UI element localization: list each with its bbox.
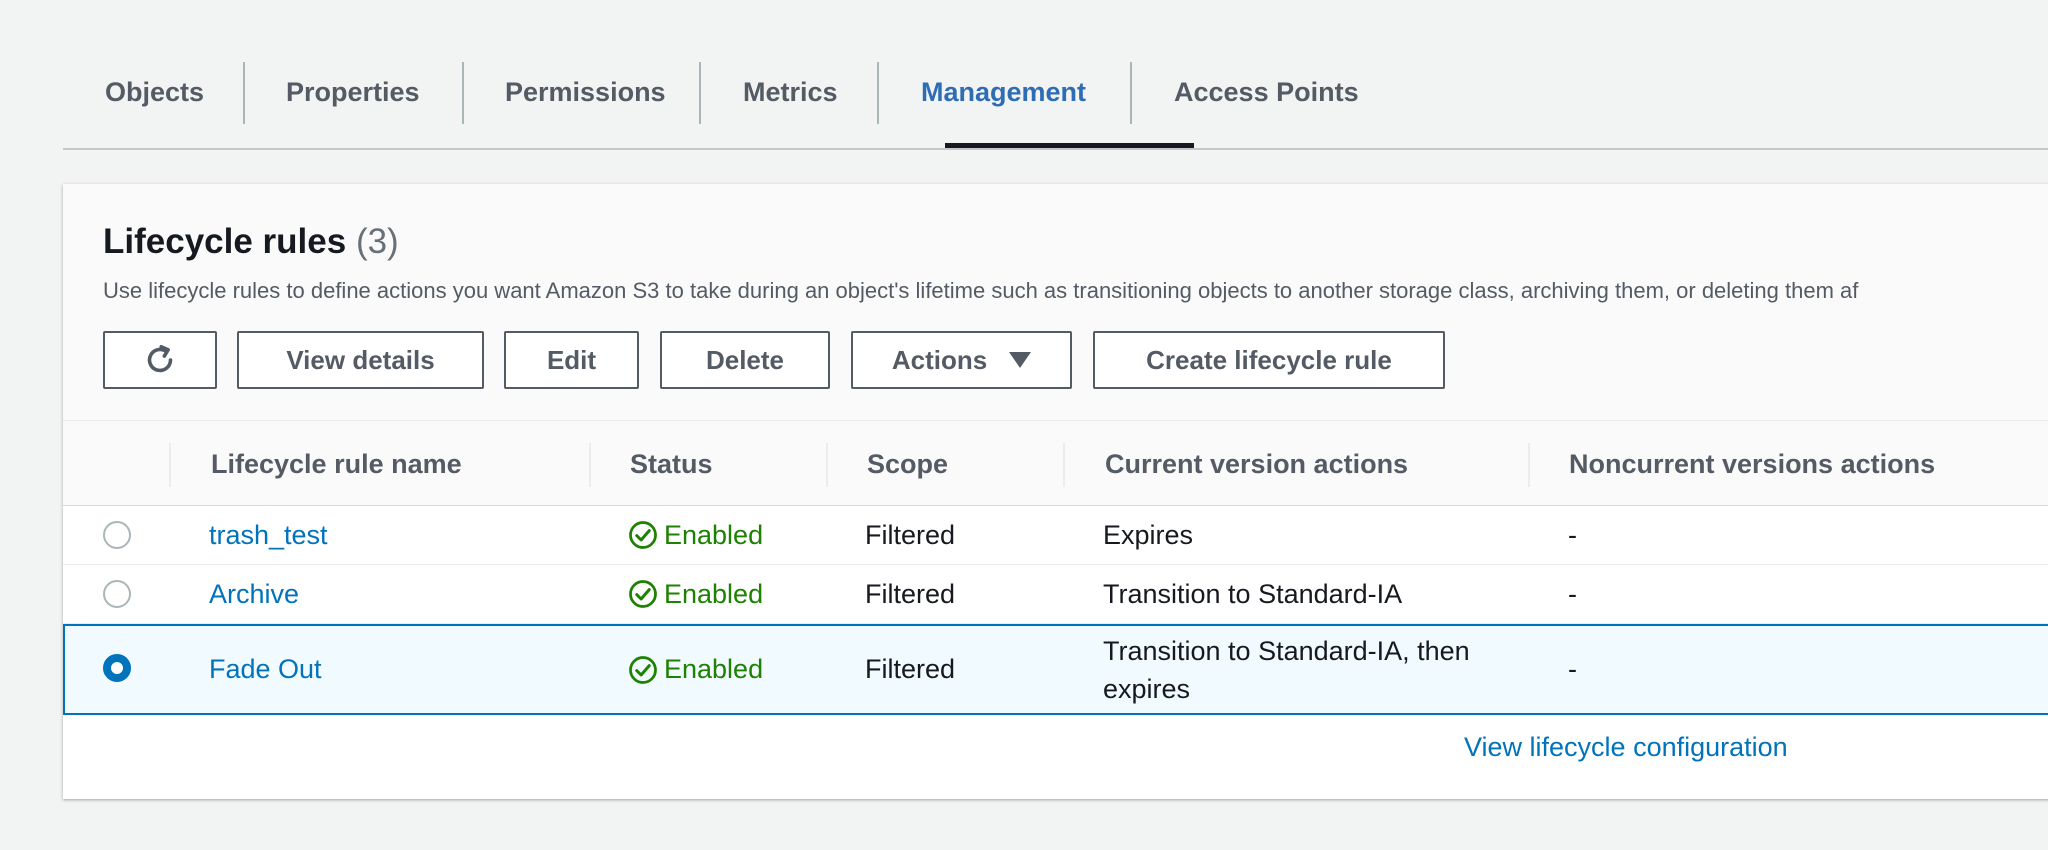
noncurrent-actions-cell: - bbox=[1568, 519, 1577, 550]
tab-divider bbox=[1130, 62, 1132, 124]
active-tab-indicator bbox=[945, 143, 1194, 148]
tab-access-points[interactable]: Access Points bbox=[1174, 62, 1359, 122]
check-circle-icon bbox=[629, 580, 657, 608]
actions-dropdown[interactable]: Actions bbox=[851, 331, 1072, 389]
delete-button[interactable]: Delete bbox=[660, 331, 830, 389]
refresh-icon bbox=[147, 345, 173, 373]
rule-name-link[interactable]: Fade Out bbox=[209, 626, 322, 713]
table-row[interactable]: Archive Enabled Filtered Transition to S… bbox=[63, 565, 2048, 624]
tab-divider bbox=[462, 62, 464, 124]
tab-bar: Objects Properties Permissions Metrics M… bbox=[63, 0, 2048, 150]
rule-name-link[interactable]: trash_test bbox=[209, 506, 328, 564]
tab-objects[interactable]: Objects bbox=[105, 62, 204, 122]
refresh-button[interactable] bbox=[103, 331, 217, 389]
row-radio[interactable] bbox=[103, 521, 131, 549]
row-radio[interactable] bbox=[103, 580, 131, 608]
column-header-current-actions[interactable]: Current version actions bbox=[1105, 421, 1408, 507]
caret-down-icon bbox=[1009, 352, 1032, 368]
column-header-scope[interactable]: Scope bbox=[867, 421, 948, 507]
actions-label: Actions bbox=[891, 344, 988, 375]
create-lifecycle-rule-button[interactable]: Create lifecycle rule bbox=[1093, 331, 1445, 389]
column-header-name[interactable]: Lifecycle rule name bbox=[211, 421, 462, 507]
status-badge: Enabled bbox=[628, 506, 763, 564]
column-divider bbox=[826, 443, 828, 487]
noncurrent-actions-cell: - bbox=[1568, 578, 1577, 609]
column-divider bbox=[169, 443, 171, 487]
view-details-button[interactable]: View details bbox=[237, 331, 484, 389]
status-text: Enabled bbox=[664, 654, 764, 684]
current-actions-cell: Transition to Standard-IA, then expires bbox=[1103, 635, 1470, 704]
table-row-selected[interactable]: Fade Out Enabled Filtered Transition to … bbox=[63, 624, 2048, 715]
check-circle-icon bbox=[629, 521, 657, 549]
panel-title-text: Lifecycle rules bbox=[103, 222, 347, 261]
tab-properties[interactable]: Properties bbox=[286, 62, 420, 122]
panel-title: Lifecycle rules (3) bbox=[103, 222, 399, 262]
noncurrent-actions-cell: - bbox=[1568, 654, 1577, 684]
scope-cell: Filtered bbox=[865, 578, 956, 609]
current-actions-cell: Transition to Standard-IA bbox=[1103, 578, 1403, 609]
status-text: Enabled bbox=[664, 519, 764, 550]
status-badge: Enabled bbox=[628, 626, 763, 713]
row-radio-checked[interactable] bbox=[103, 654, 131, 682]
table-row[interactable]: trash_test Enabled Filtered Expires - bbox=[63, 506, 2048, 565]
lifecycle-rules-panel: Lifecycle rules (3) Use lifecycle rules … bbox=[63, 184, 2048, 799]
rule-count: (3) bbox=[355, 222, 399, 261]
tab-divider bbox=[699, 62, 701, 124]
rule-name-link[interactable]: Archive bbox=[209, 565, 299, 623]
scope-cell: Filtered bbox=[865, 519, 956, 550]
scope-cell: Filtered bbox=[865, 654, 956, 684]
tab-permissions[interactable]: Permissions bbox=[505, 62, 666, 122]
panel-header: Lifecycle rules (3) Use lifecycle rules … bbox=[63, 184, 2048, 420]
column-divider bbox=[1528, 443, 1530, 487]
column-divider bbox=[589, 443, 591, 487]
edit-button[interactable]: Edit bbox=[504, 331, 639, 389]
status-badge: Enabled bbox=[628, 565, 763, 623]
column-header-status[interactable]: Status bbox=[630, 421, 713, 507]
column-divider bbox=[1063, 443, 1065, 487]
tab-divider bbox=[243, 62, 245, 124]
column-header-noncurrent-actions[interactable]: Noncurrent versions actions bbox=[1569, 421, 1935, 507]
check-circle-icon bbox=[629, 655, 657, 684]
tab-divider bbox=[877, 62, 879, 124]
view-lifecycle-configuration-link[interactable]: View lifecycle configuration bbox=[1464, 732, 1788, 763]
current-actions-cell: Expires bbox=[1103, 519, 1194, 550]
tab-management[interactable]: Management bbox=[921, 62, 1086, 122]
panel-description: Use lifecycle rules to define actions yo… bbox=[103, 278, 1859, 303]
tab-metrics[interactable]: Metrics bbox=[743, 62, 838, 122]
table-header: Lifecycle rule name Status Scope Current… bbox=[63, 420, 2048, 506]
status-text: Enabled bbox=[664, 578, 764, 609]
